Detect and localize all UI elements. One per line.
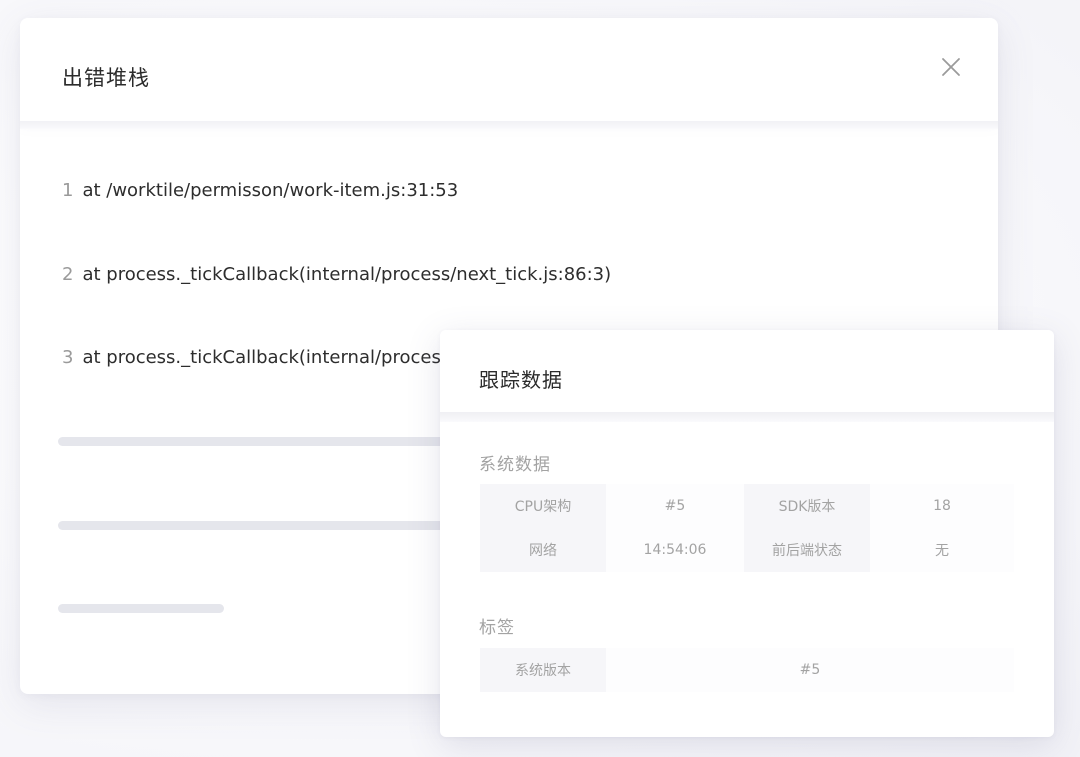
tracking-data-title: 跟踪数据 (479, 368, 563, 392)
skeleton-placeholder (58, 604, 224, 613)
tracking-data-header: 跟踪数据 (440, 330, 1054, 412)
table-key: 前后端状态 (744, 528, 870, 572)
tags-section-title: 标签 (479, 618, 515, 638)
skeleton-placeholder (58, 521, 458, 530)
table-value: #5 (606, 648, 1014, 692)
table-value: 14:54:06 (606, 528, 744, 572)
skeleton-placeholder (58, 437, 458, 446)
table-row: 系统版本 #5 (480, 648, 1014, 692)
tracking-data-panel: 跟踪数据 系统数据 CPU架构 #5 SDK版本 18 网络 14:54:06 … (440, 330, 1054, 737)
line-number: 3 (62, 347, 74, 368)
line-number: 2 (62, 264, 74, 285)
stack-trace-header: 出错堆栈 (20, 18, 998, 121)
table-row: CPU架构 #5 SDK版本 18 (480, 484, 1014, 528)
table-value: #5 (606, 484, 744, 528)
table-row: 网络 14:54:06 前后端状态 无 (480, 528, 1014, 572)
line-text: at /worktile/permisson/work-item.js:31:5… (82, 180, 459, 201)
table-value: 18 (870, 484, 1014, 528)
stack-line: 1 at /worktile/permisson/work-item.js:31:… (62, 180, 458, 201)
header-divider (440, 412, 1054, 422)
header-divider (20, 121, 998, 129)
table-key: 网络 (480, 528, 606, 572)
line-text: at process._tickCallback(internal/proces… (82, 264, 612, 285)
tags-table: 系统版本 #5 (480, 648, 1014, 692)
stack-trace-title: 出错堆栈 (62, 66, 150, 90)
table-key: 系统版本 (480, 648, 606, 692)
close-icon[interactable] (938, 54, 964, 80)
line-number: 1 (62, 180, 74, 201)
stack-line: 2 at process._tickCallback(internal/proce… (62, 264, 611, 285)
table-key: SDK版本 (744, 484, 870, 528)
table-key: CPU架构 (480, 484, 606, 528)
table-value: 无 (870, 528, 1014, 572)
system-data-table: CPU架构 #5 SDK版本 18 网络 14:54:06 前后端状态 无 (480, 484, 1014, 572)
system-data-section-title: 系统数据 (479, 455, 551, 475)
